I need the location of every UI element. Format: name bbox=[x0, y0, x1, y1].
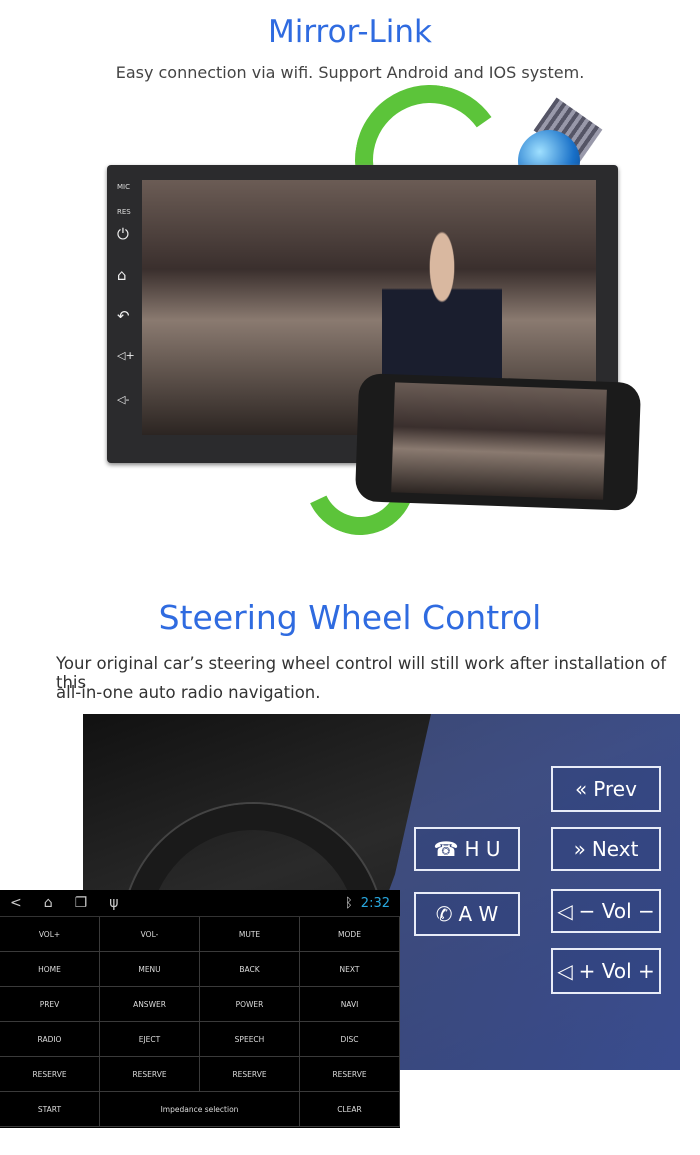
key-back[interactable]: BACK bbox=[200, 952, 300, 987]
mirror-link-subtitle: Easy connection via wifi. Support Androi… bbox=[115, 63, 585, 82]
swc-answer: ✆ A W bbox=[414, 892, 520, 936]
home-icon[interactable]: ⌂ bbox=[44, 895, 53, 911]
hangup-icon: ☎ bbox=[433, 837, 459, 861]
speaker-icon: ◁ bbox=[557, 959, 573, 983]
key-impedance-selection[interactable]: Impedance selection bbox=[100, 1092, 300, 1127]
key-vol-[interactable]: VOL- bbox=[100, 917, 200, 952]
key-eject[interactable]: EJECT bbox=[100, 1022, 200, 1057]
usb-icon: ψ bbox=[109, 895, 119, 911]
key-reserve[interactable]: RESERVE bbox=[0, 1057, 100, 1092]
phone-screen bbox=[391, 382, 607, 500]
power-icon[interactable]: ⏻ bbox=[117, 225, 129, 243]
home-icon[interactable]: ⌂ bbox=[117, 266, 127, 284]
back-icon[interactable]: < bbox=[10, 895, 22, 911]
forward-icon: » bbox=[573, 837, 586, 861]
key-radio[interactable]: RADIO bbox=[0, 1022, 100, 1057]
answer-icon: ✆ bbox=[435, 902, 453, 926]
recent-apps-icon[interactable]: ❐ bbox=[75, 895, 88, 911]
clock: ᛒ 2:32 bbox=[344, 895, 390, 911]
bluetooth-icon: ᛒ bbox=[344, 895, 353, 911]
swc-vol-down: ◁ − Vol − bbox=[551, 889, 661, 933]
key-reserve[interactable]: RESERVE bbox=[300, 1057, 400, 1092]
status-bar: < ⌂ ❐ ψ ᛒ 2:32 bbox=[0, 890, 400, 917]
swc-next: » Next bbox=[551, 827, 661, 871]
speaker-icon: ◁ bbox=[557, 899, 573, 923]
volume-down-icon[interactable]: ◁- bbox=[117, 393, 129, 406]
key-grid: VOL+ VOL- MUTE MODE HOME MENU BACK NEXT PREV ANSW… bbox=[0, 917, 400, 1127]
mic-label: MIC bbox=[117, 183, 130, 191]
swc-hangup: ☎ H U bbox=[414, 827, 520, 871]
steering-description-line2: all-in-one auto radio navigation. bbox=[56, 683, 321, 702]
volume-up-icon[interactable]: ◁+ bbox=[117, 349, 135, 362]
steering-wheel-learning-screen: < ⌂ ❐ ψ ᛒ 2:32 VOL+ VOL- MUTE MODE HOME MENU BA… bbox=[0, 890, 400, 1128]
key-clear[interactable]: CLEAR bbox=[300, 1092, 400, 1127]
key-prev[interactable]: PREV bbox=[0, 987, 100, 1022]
key-reserve[interactable]: RESERVE bbox=[100, 1057, 200, 1092]
key-vol-[interactable]: VOL+ bbox=[0, 917, 100, 952]
res-label: RES bbox=[117, 208, 131, 216]
key-navi[interactable]: NAVI bbox=[300, 987, 400, 1022]
key-reserve[interactable]: RESERVE bbox=[200, 1057, 300, 1092]
back-icon[interactable]: ↶ bbox=[117, 307, 130, 325]
key-power[interactable]: POWER bbox=[200, 987, 300, 1022]
key-home[interactable]: HOME bbox=[0, 952, 100, 987]
key-next[interactable]: NEXT bbox=[300, 952, 400, 987]
key-disc[interactable]: DISC bbox=[300, 1022, 400, 1057]
smartphone-image bbox=[354, 373, 642, 511]
swc-vol-up: ◁ + Vol + bbox=[551, 948, 661, 994]
swc-prev: «Prev bbox=[551, 766, 661, 812]
key-menu[interactable]: MENU bbox=[100, 952, 200, 987]
key-start[interactable]: START bbox=[0, 1092, 100, 1127]
key-mute[interactable]: MUTE bbox=[200, 917, 300, 952]
steering-title: Steering Wheel Control bbox=[158, 598, 542, 637]
key-answer[interactable]: ANSWER bbox=[100, 987, 200, 1022]
key-mode[interactable]: MODE bbox=[300, 917, 400, 952]
mirror-link-title: Mirror-Link bbox=[267, 14, 433, 50]
key-speech[interactable]: SPEECH bbox=[200, 1022, 300, 1057]
rewind-icon: « bbox=[575, 777, 588, 801]
